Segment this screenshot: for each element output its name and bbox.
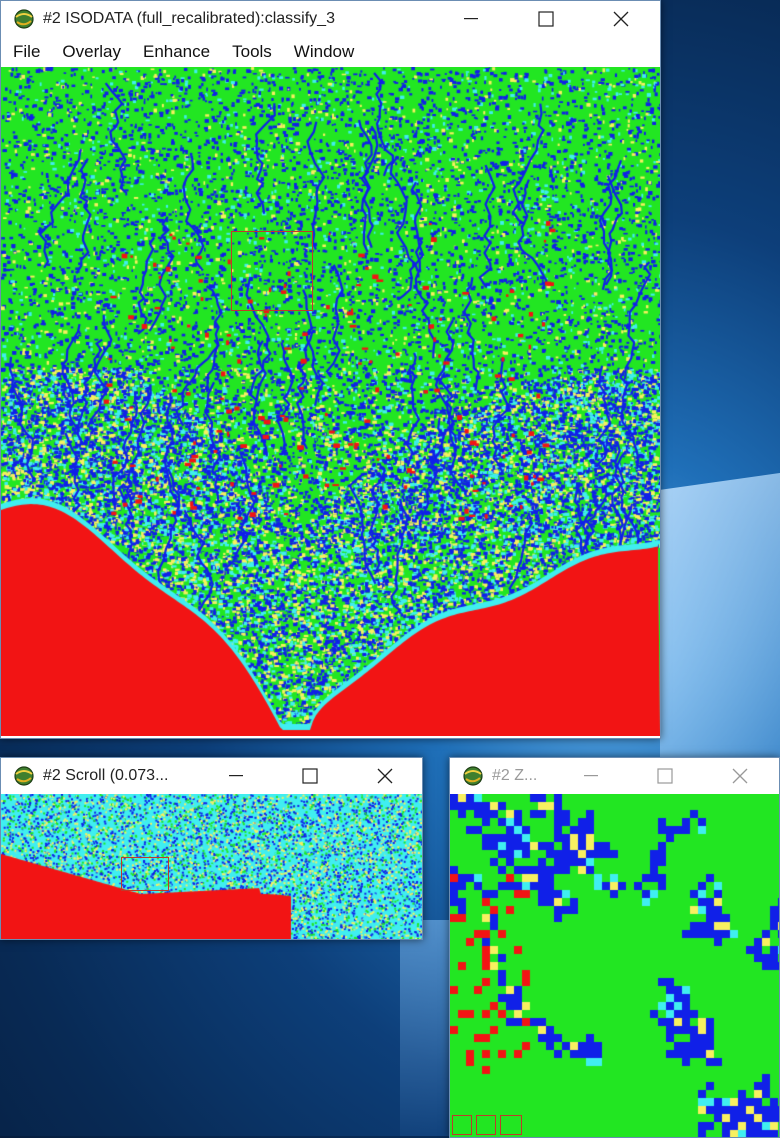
zoom-control-box[interactable] — [452, 1115, 472, 1135]
envi-globe-icon — [13, 8, 35, 30]
classification-image[interactable] — [1, 67, 660, 736]
scroll-canvas[interactable] — [1, 794, 422, 939]
zoom-image[interactable] — [450, 794, 779, 1137]
scroll-window[interactable]: #2 Scroll (0.073... — [0, 757, 423, 940]
zoom-control-box[interactable] — [500, 1115, 522, 1135]
minimize-icon — [584, 775, 598, 777]
zoom-region-box[interactable] — [231, 231, 313, 311]
maximize-icon — [657, 768, 673, 784]
maximize-icon — [538, 11, 554, 27]
zoom-titlebar[interactable]: #2 Z... — [450, 758, 779, 794]
zoom-window-title: #2 Z... — [492, 767, 538, 784]
maximize-button[interactable] — [523, 1, 569, 37]
zoom-window[interactable]: #2 Z... — [449, 757, 780, 1138]
envi-globe-icon — [13, 765, 35, 787]
scroll-window-title: #2 Scroll (0.073... — [43, 767, 169, 784]
close-icon — [377, 768, 393, 784]
minimize-icon — [464, 18, 478, 20]
minimize-icon — [229, 775, 243, 777]
envi-globe-icon — [462, 765, 484, 787]
minimize-button[interactable] — [448, 1, 494, 37]
maximize-icon — [302, 768, 318, 784]
close-button[interactable] — [598, 1, 644, 37]
close-button[interactable] — [362, 758, 408, 794]
scroll-overview-image[interactable] — [1, 794, 422, 939]
maximize-button[interactable] — [287, 758, 333, 794]
minimize-button[interactable] — [213, 758, 259, 794]
minimize-button[interactable] — [568, 758, 614, 794]
classification-canvas[interactable] — [1, 67, 660, 736]
menu-overlay[interactable]: Overlay — [62, 42, 121, 62]
desktop-light-panel — [660, 470, 780, 790]
close-button[interactable] — [717, 758, 763, 794]
main-window-title: #2 ISODATA (full_recalibrated):classify_… — [43, 10, 335, 27]
close-icon — [613, 11, 629, 27]
close-icon — [732, 768, 748, 784]
scroll-titlebar[interactable]: #2 Scroll (0.073... — [1, 758, 422, 794]
scroll-region-box[interactable] — [121, 857, 169, 891]
menu-file[interactable]: File — [13, 42, 40, 62]
main-titlebar[interactable]: #2 ISODATA (full_recalibrated):classify_… — [1, 1, 660, 37]
menu-enhance[interactable]: Enhance — [143, 42, 210, 62]
main-menubar: File Overlay Enhance Tools Window — [1, 37, 660, 67]
main-image-window[interactable]: #2 ISODATA (full_recalibrated):classify_… — [0, 0, 661, 739]
menu-tools[interactable]: Tools — [232, 42, 272, 62]
maximize-button[interactable] — [642, 758, 688, 794]
menu-window[interactable]: Window — [294, 42, 354, 62]
zoom-canvas[interactable] — [450, 794, 779, 1137]
zoom-control-box[interactable] — [476, 1115, 496, 1135]
